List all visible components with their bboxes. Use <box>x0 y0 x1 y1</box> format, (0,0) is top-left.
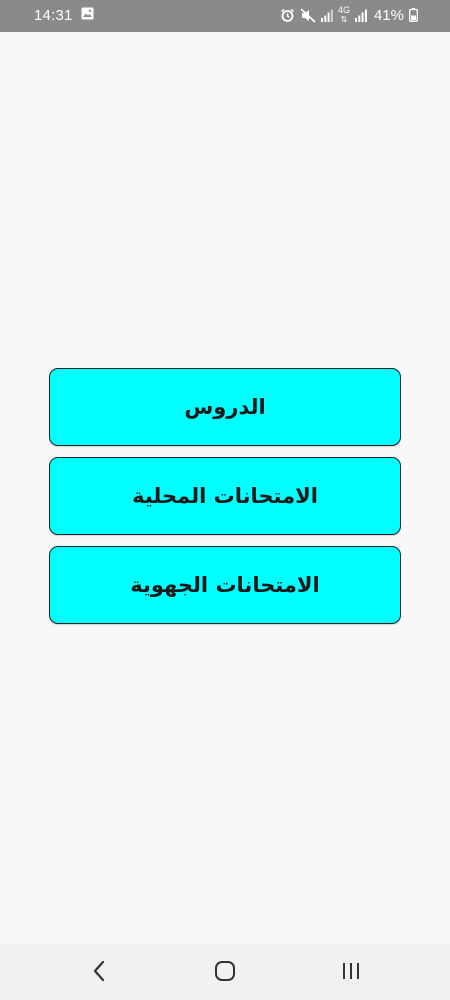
signal-icon <box>320 9 333 22</box>
status-right: 4G ⇅ 41% <box>280 6 418 24</box>
battery-icon <box>409 8 418 22</box>
signal-icon <box>354 9 367 22</box>
navigation-bar <box>0 944 450 1000</box>
alarm-icon <box>280 8 295 23</box>
recents-icon <box>341 961 361 985</box>
status-time: 14:31 <box>34 7 73 24</box>
main-content: الدروس الامتحانات المحلية الامتحانات الج… <box>0 32 450 944</box>
recents-button[interactable] <box>331 958 371 988</box>
home-button[interactable] <box>205 958 245 988</box>
gallery-icon <box>81 7 94 24</box>
network-type: 4G ⇅ <box>337 5 350 25</box>
home-icon <box>214 960 236 986</box>
local-exams-button[interactable]: الامتحانات المحلية <box>49 457 401 535</box>
battery-percent: 41% <box>373 6 404 24</box>
status-left: 14:31 <box>34 7 94 24</box>
back-button[interactable] <box>79 958 119 988</box>
network-label: 4G <box>337 5 350 15</box>
lessons-button[interactable]: الدروس <box>49 368 401 446</box>
back-icon <box>92 960 106 986</box>
status-bar: 14:31 4G ⇅ 41% <box>0 0 450 32</box>
mute-icon <box>300 7 316 23</box>
regional-exams-button[interactable]: الامتحانات الجهوية <box>49 546 401 624</box>
